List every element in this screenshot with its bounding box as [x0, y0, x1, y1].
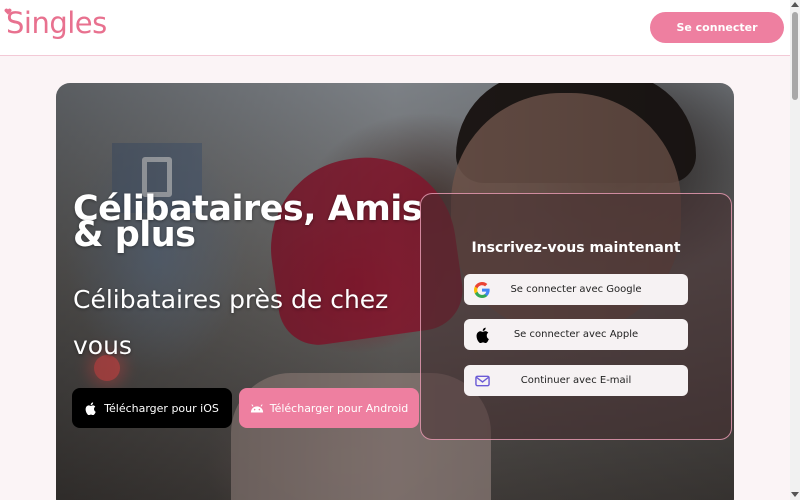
scroll-down-arrow-icon[interactable] [791, 492, 799, 497]
scroll-up-arrow-icon[interactable] [791, 2, 799, 7]
signup-title: Inscrivez-vous maintenant [471, 240, 681, 256]
download-android-label: Télécharger pour Android [269, 401, 409, 415]
android-icon [250, 403, 263, 412]
brand-logo[interactable]: Singles [6, 6, 107, 40]
top-header: Singles Se connecter [0, 0, 790, 56]
page-scrollbar[interactable] [790, 0, 800, 500]
download-android-button[interactable]: Télécharger pour Android [239, 388, 419, 428]
email-signin-button[interactable]: Continuer avec E-mail [464, 365, 688, 396]
google-icon [473, 281, 491, 299]
apple-signin-label: Se connecter avec Apple [513, 329, 639, 340]
google-signin-button[interactable]: Se connecter avec Google [464, 274, 688, 305]
apple-icon [473, 326, 491, 344]
download-ios-button[interactable]: Télécharger pour iOS [72, 388, 232, 428]
login-button[interactable]: Se connecter [650, 12, 784, 43]
hero-section: Célibataires, Amis & plus Célibataires p… [56, 83, 734, 500]
apple-signin-button[interactable]: Se connecter avec Apple [464, 319, 688, 350]
hero-title: Célibataires, Amis & plus [73, 189, 423, 255]
email-signin-label: Continuer avec E-mail [520, 375, 632, 386]
hero-subtitle: Célibataires près de chez vous [73, 285, 389, 360]
mail-icon [473, 372, 491, 390]
scrollbar-thumb[interactable] [792, 12, 798, 100]
signup-panel: Inscrivez-vous maintenant Se connecter a… [420, 193, 732, 440]
download-ios-label: Télécharger pour iOS [104, 401, 219, 415]
apple-icon [85, 401, 96, 415]
google-signin-label: Se connecter avec Google [510, 284, 642, 295]
